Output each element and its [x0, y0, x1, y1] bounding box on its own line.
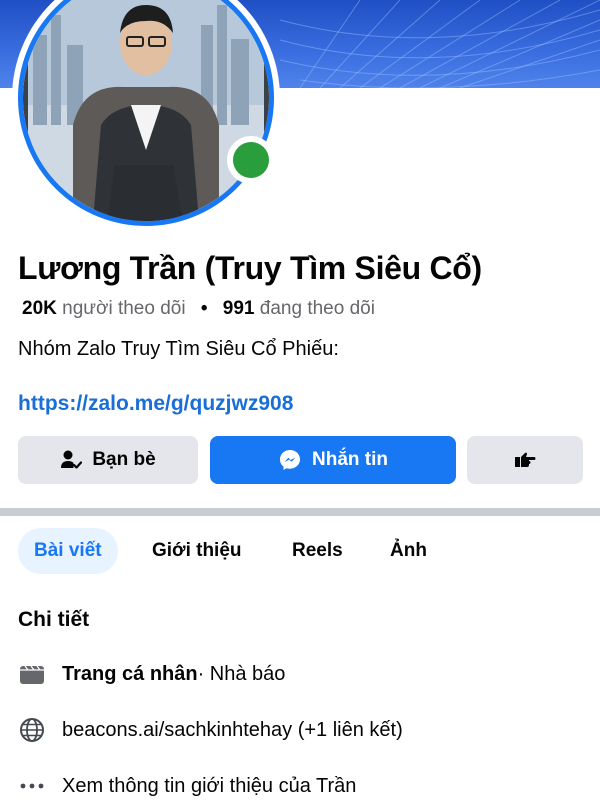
tab-reels[interactable]: Reels	[276, 528, 359, 574]
page-category: · Nhà báo	[197, 662, 286, 685]
separator-dot: •	[200, 298, 208, 319]
friends-button-label: Bạn bè	[92, 449, 156, 470]
follow-stats[interactable]: 20K người theo dõi • 991 đang theo dõi	[22, 298, 375, 320]
details-title: Chi tiết	[18, 608, 90, 631]
detail-see-more[interactable]: Xem thông tin giới thiệu của Trần	[18, 771, 356, 800]
tab-posts[interactable]: Bài viết	[18, 528, 118, 574]
clapperboard-icon	[18, 660, 46, 688]
globe-icon	[18, 716, 46, 744]
followers-label: người theo dõi	[62, 298, 186, 319]
bio-link[interactable]: https://zalo.me/g/quzjwz908	[18, 392, 293, 416]
more-actions-button[interactable]	[467, 436, 583, 484]
page-type-label: Trang cá nhân	[62, 662, 198, 685]
see-more-label: Xem thông tin giới thiệu của Trần	[62, 774, 357, 797]
detail-page-type: Trang cá nhân · Nhà báo	[18, 659, 285, 689]
following-label: đang theo dõi	[259, 298, 375, 319]
friends-button[interactable]: Bạn bè	[18, 436, 198, 484]
profile-bio: Nhóm Zalo Truy Tìm Siêu Cổ Phiếu:	[18, 338, 339, 360]
message-button-label: Nhắn tin	[312, 449, 388, 470]
website-link[interactable]: beacons.ai/sachkinhtehay (+1 liên kết)	[62, 719, 403, 742]
profile-avatar[interactable]	[12, 0, 280, 232]
message-button[interactable]: Nhắn tin	[210, 436, 456, 484]
following-count: 991	[222, 298, 255, 319]
friend-check-icon	[61, 450, 83, 469]
tab-about[interactable]: Giới thiệu	[136, 528, 258, 574]
avatar-photo	[18, 0, 274, 226]
followers-count: 20K	[22, 298, 57, 319]
pointing-hand-icon	[515, 452, 536, 467]
messenger-icon	[280, 450, 300, 470]
section-divider	[0, 508, 600, 516]
profile-name: Lương Trần (Truy Tìm Siêu Cổ)	[18, 250, 482, 286]
tab-photos[interactable]: Ảnh	[374, 528, 443, 574]
online-status-indicator	[227, 136, 275, 184]
more-dots-icon	[18, 772, 46, 800]
detail-website[interactable]: beacons.ai/sachkinhtehay (+1 liên kết)	[18, 715, 403, 745]
